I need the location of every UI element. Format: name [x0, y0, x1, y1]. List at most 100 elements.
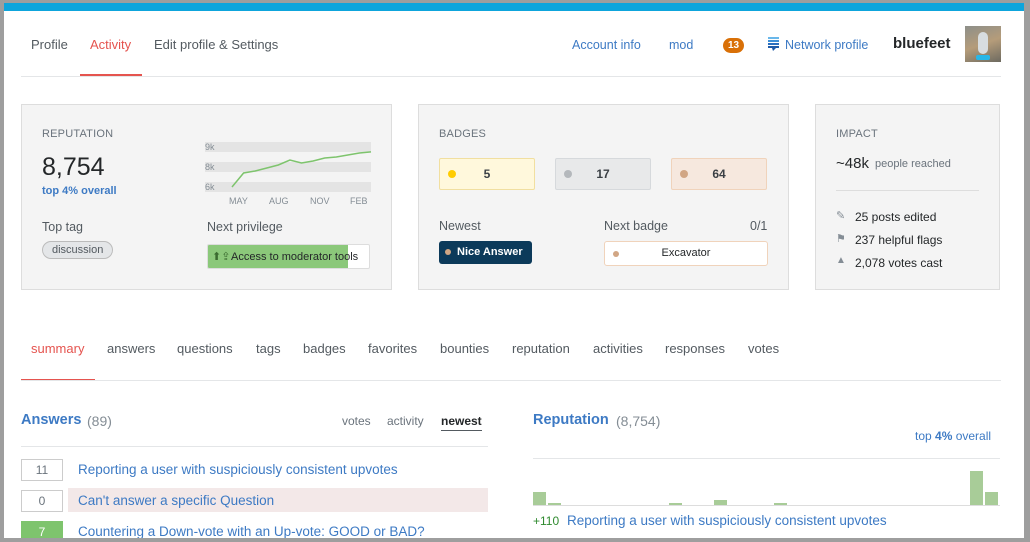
- stack-exchange-icon: [768, 37, 779, 52]
- profile-tab-bounties[interactable]: bounties: [440, 341, 489, 356]
- tab-edit-settings[interactable]: Edit profile & Settings: [154, 37, 278, 52]
- y-tick-label: 8k: [205, 162, 215, 172]
- top-tag[interactable]: discussion: [42, 241, 114, 259]
- gold-count: 5: [483, 167, 491, 181]
- answer-score: 0: [21, 490, 63, 512]
- avatar[interactable]: [965, 26, 1001, 62]
- answer-link[interactable]: Can't answer a specific Question: [78, 493, 274, 508]
- gold-badges[interactable]: 5: [439, 158, 535, 190]
- x-tick-label: MAY: [229, 196, 248, 206]
- reputation-bar-chart: [533, 463, 1000, 505]
- newest-badge[interactable]: Nice Answer: [439, 241, 532, 264]
- answers-count: (89): [87, 413, 112, 429]
- answers-title[interactable]: Answers: [21, 412, 81, 428]
- answer-link[interactable]: Countering a Down-vote with an Up-vote: …: [78, 524, 425, 538]
- divider: [21, 446, 488, 447]
- posts-edited: 25 posts edited: [855, 210, 937, 224]
- silver-badge-icon: [564, 170, 572, 178]
- reputation-value: 8,754: [42, 153, 105, 181]
- answer-link[interactable]: Reporting a user with suspiciously consi…: [78, 462, 398, 477]
- newest-badge-label: Newest: [439, 219, 481, 233]
- x-tick-label: AUG: [269, 196, 289, 206]
- people-reached-label: people reached: [875, 158, 951, 170]
- profile-tab-activities[interactable]: activities: [593, 341, 643, 356]
- network-profile-link[interactable]: Network profile: [785, 38, 868, 52]
- silver-count: 17: [596, 167, 610, 181]
- sort-activity[interactable]: activity: [387, 414, 424, 428]
- reputation-rank[interactable]: top 4% overall: [42, 185, 117, 197]
- tab-profile[interactable]: Profile: [31, 37, 68, 52]
- profile-window: Profile Activity Edit profile & Settings…: [4, 3, 1024, 538]
- y-tick-label: 9k: [205, 142, 215, 152]
- divider: [836, 190, 979, 191]
- badges-label: BADGES: [439, 128, 487, 140]
- next-badge[interactable]: Excavator: [604, 241, 768, 266]
- chart-baseline: [533, 505, 1000, 506]
- rep-post-link[interactable]: Reporting a user with suspiciously consi…: [567, 513, 887, 528]
- y-tick-label: 6k: [205, 182, 215, 192]
- grid-band: [205, 182, 371, 192]
- rep-delta: +110: [533, 514, 560, 528]
- gold-badge-icon: [448, 170, 456, 178]
- vote-up-icon: ▲: [836, 255, 846, 266]
- profile-tab-answers[interactable]: answers: [107, 341, 155, 356]
- reputation-label: REPUTATION: [42, 128, 114, 140]
- divider: [533, 458, 1000, 459]
- top-tag-label: Top tag: [42, 220, 84, 234]
- mod-link[interactable]: mod: [669, 38, 693, 52]
- bronze-badges[interactable]: 64: [671, 158, 767, 190]
- next-privilege-name: Access to moderator tools: [231, 251, 359, 263]
- sort-votes[interactable]: votes: [342, 414, 371, 428]
- accepted-answer-score: 7: [21, 521, 63, 538]
- profile-tab-votes[interactable]: votes: [748, 341, 779, 356]
- badges-card: BADGES 5 17 64 Newest Nice Answer Next b…: [418, 104, 789, 290]
- x-tick-label: FEB: [350, 196, 368, 206]
- pencil-icon: ✎: [836, 210, 846, 222]
- account-info-link[interactable]: Account info: [572, 38, 641, 52]
- next-privilege-label: Next privilege: [207, 220, 283, 234]
- profile-tab-reputation[interactable]: reputation: [512, 341, 570, 356]
- profile-tab-questions[interactable]: questions: [177, 341, 233, 356]
- bronze-badge-icon: [445, 249, 451, 255]
- grid-band: [205, 142, 371, 152]
- next-badge-name: Excavator: [661, 247, 711, 259]
- grid-band: [205, 162, 371, 172]
- reputation-bar[interactable]: [984, 492, 998, 505]
- sort-newest[interactable]: newest: [441, 414, 482, 431]
- username[interactable]: bluefeet: [893, 35, 951, 52]
- impact-card: IMPACT ~48k people reached ✎ 25 posts ed…: [815, 104, 1000, 290]
- newest-badge-name: Nice Answer: [457, 246, 523, 258]
- reputation-rank-link[interactable]: top 4% overall: [915, 429, 991, 443]
- x-tick-label: NOV: [310, 196, 330, 206]
- helpful-flags: 237 helpful flags: [855, 233, 943, 247]
- bronze-badge-icon: [680, 170, 688, 178]
- flag-icon: ⚑: [836, 233, 846, 245]
- reputation-bar[interactable]: [533, 492, 547, 505]
- bronze-count: 64: [712, 167, 726, 181]
- impact-label: IMPACT: [836, 128, 878, 140]
- reputation-bar[interactable]: [969, 471, 983, 505]
- silver-badges[interactable]: 17: [555, 158, 651, 190]
- reputation-panel-title[interactable]: Reputation: [533, 412, 609, 428]
- reputation-card: REPUTATION 8,754 top 4% overall 9k 8k 6k MA…: [21, 104, 392, 290]
- bronze-badge-icon: [613, 251, 619, 257]
- people-reached-value: ~48k: [836, 155, 869, 172]
- divider: [21, 76, 1001, 77]
- profile-tab-responses[interactable]: responses: [665, 341, 725, 356]
- answer-score: 11: [21, 459, 63, 481]
- top-bar: [4, 3, 1024, 11]
- next-privilege-progress[interactable]: ⬆⇪ Access to moderator tools: [207, 244, 370, 269]
- reputation-sparkline: 9k 8k 6k MAY AUG NOV FEB: [205, 142, 372, 206]
- profile-tab-favorites[interactable]: favorites: [368, 341, 417, 356]
- votes-cast: 2,078 votes cast: [855, 256, 943, 270]
- tab-activity[interactable]: Activity: [90, 37, 131, 52]
- next-badge-progress: 0/1: [750, 219, 768, 233]
- divider: [21, 380, 1001, 381]
- next-badge-label: Next badge: [604, 219, 668, 233]
- reputation-panel-count: (8,754): [616, 413, 661, 429]
- notification-badge[interactable]: 13: [723, 38, 744, 53]
- profile-tab-summary[interactable]: summary: [31, 341, 84, 356]
- profile-tab-badges[interactable]: badges: [303, 341, 346, 356]
- profile-tab-tags[interactable]: tags: [256, 341, 281, 356]
- moderator-privilege-icon: ⬆⇪: [212, 251, 231, 263]
